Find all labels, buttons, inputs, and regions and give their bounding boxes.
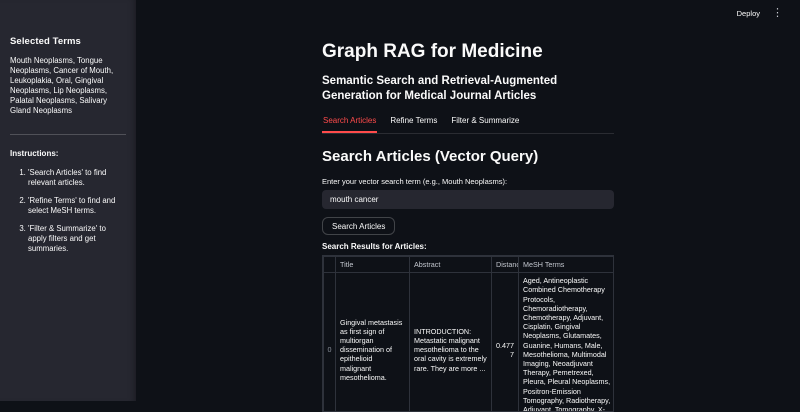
cell-distance[interactable]: 0.4777 [492, 273, 519, 412]
selected-terms-title: Selected Terms [10, 36, 126, 47]
column-header-abstract[interactable]: Abstract [410, 257, 492, 273]
column-header-index[interactable] [324, 257, 336, 273]
instruction-item: 'Filter & Summarize' to apply filters an… [28, 224, 126, 254]
results-table: Title Abstract Distance MeSH Terms 0 Gin… [322, 255, 614, 412]
section-title: Search Articles (Vector Query) [322, 147, 614, 167]
tab-refine-terms[interactable]: Refine Terms [389, 113, 438, 133]
results-label: Search Results for Articles: [322, 242, 614, 251]
cell-index[interactable]: 0 [324, 273, 336, 412]
page-subtitle: Semantic Search and Retrieval-Augmented … [322, 74, 614, 104]
search-articles-button[interactable]: Search Articles [322, 217, 395, 235]
instructions-list: 'Search Articles' to find relevant artic… [10, 168, 126, 254]
table-row: 0 Gingival metastasis as first sign of m… [324, 273, 615, 412]
instructions-title: Instructions: [10, 149, 126, 158]
cell-abstract[interactable]: INTRODUCTION: Metastatic malignant mesot… [410, 273, 492, 412]
selected-terms-text: Mouth Neoplasms, Tongue Neoplasms, Cance… [10, 56, 126, 116]
sidebar: Selected Terms Mouth Neoplasms, Tongue N… [0, 0, 136, 401]
tab-bar: Search Articles Refine Terms Filter & Su… [322, 113, 614, 134]
column-header-mesh-terms[interactable]: MeSH Terms [519, 257, 615, 273]
instruction-item: 'Search Articles' to find relevant artic… [28, 168, 126, 188]
instruction-item: 'Refine Terms' to find and select MeSH t… [28, 196, 126, 216]
cell-mesh-terms[interactable]: Aged, Antineoplastic Combined Chemothera… [519, 273, 615, 412]
sidebar-divider [10, 134, 126, 135]
search-input[interactable] [322, 190, 614, 209]
page-title: Graph RAG for Medicine [322, 40, 614, 64]
column-header-distance[interactable]: Distance [492, 257, 519, 273]
column-header-title[interactable]: Title [336, 257, 410, 273]
table-header-row: Title Abstract Distance MeSH Terms [324, 257, 615, 273]
tab-search-articles[interactable]: Search Articles [322, 113, 377, 133]
tab-filter-summarize[interactable]: Filter & Summarize [450, 113, 520, 133]
main-area: Graph RAG for Medicine Semantic Search a… [136, 0, 800, 401]
cell-title[interactable]: Gingival metastasis as first sign of mul… [336, 273, 410, 412]
content-column: Graph RAG for Medicine Semantic Search a… [322, 0, 614, 412]
search-term-label: Enter your vector search term (e.g., Mou… [322, 177, 614, 186]
